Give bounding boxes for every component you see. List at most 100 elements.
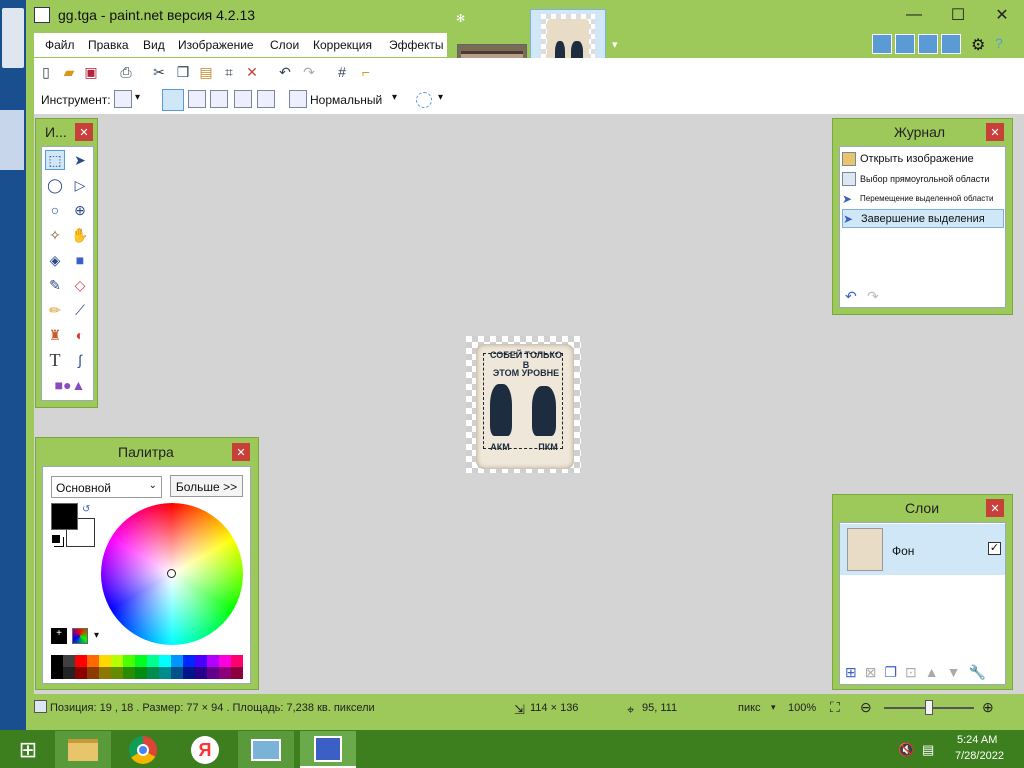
selection-mode-union[interactable] <box>188 90 206 108</box>
menu-edit[interactable]: Правка <box>88 38 129 52</box>
text-tool-icon[interactable]: T <box>45 350 65 370</box>
palette-swatch[interactable] <box>147 667 159 679</box>
zoom-out-icon[interactable]: ⊖ <box>860 699 872 716</box>
taskbar-explorer[interactable] <box>55 731 111 768</box>
palette-swatch[interactable] <box>171 655 183 667</box>
line-curve-tool-icon[interactable]: ∫ <box>70 350 90 370</box>
gradient-tool-icon[interactable]: ■ <box>70 250 90 270</box>
crop-icon[interactable]: ⌗ <box>220 63 238 81</box>
selection-mode-intersect[interactable] <box>234 90 252 108</box>
clock-date[interactable]: 7/28/2022 <box>955 750 1004 762</box>
blend-dropdown-icon[interactable]: ▾ <box>392 92 397 103</box>
zoom-tool-icon[interactable]: ⊕ <box>70 200 90 220</box>
recolor-tool-icon[interactable]: ◐ <box>70 325 90 345</box>
tools-toggle-icon[interactable] <box>872 34 892 54</box>
color-picker-tool-icon[interactable]: ⟋ <box>70 300 90 320</box>
desktop-icon[interactable] <box>0 110 24 170</box>
history-item[interactable]: Выбор прямоугольной области <box>842 169 1004 188</box>
menu-layers[interactable]: Слои <box>270 38 299 52</box>
selection-mode-exclude[interactable] <box>210 90 228 108</box>
selection-mode-invert[interactable] <box>257 90 275 108</box>
menu-adjustments[interactable]: Коррекция <box>313 38 372 52</box>
antialiasing-icon[interactable] <box>416 92 432 108</box>
palette-swatch[interactable] <box>207 667 219 679</box>
add-color-icon[interactable]: + <box>51 628 67 644</box>
palette-swatch[interactable] <box>159 655 171 667</box>
palette-swatch[interactable] <box>111 667 123 679</box>
ellipse-select-tool-icon[interactable]: ○ <box>45 200 65 220</box>
palette-swatch[interactable] <box>123 655 135 667</box>
palette-swatch[interactable] <box>87 655 99 667</box>
current-tool-icon[interactable] <box>114 90 132 108</box>
layer-visibility-checkbox[interactable]: ✓ <box>988 542 1001 555</box>
add-layer-icon[interactable]: ⊞ <box>845 664 857 681</box>
palette-swatch[interactable] <box>159 667 171 679</box>
palette-swatch[interactable] <box>63 655 75 667</box>
maximize-button[interactable]: ☐ <box>936 0 980 29</box>
tabs-dropdown-icon[interactable]: ▾ <box>612 38 618 51</box>
menu-effects[interactable]: Эффекты <box>389 38 444 52</box>
primary-color-swatch[interactable] <box>51 503 78 530</box>
magic-wand-tool-icon[interactable]: ✧ <box>45 225 65 245</box>
minimize-button[interactable]: — <box>892 0 936 29</box>
start-button[interactable]: ⊞ <box>0 731 56 768</box>
desktop-icon[interactable] <box>2 8 24 68</box>
palette-swatch[interactable] <box>219 667 231 679</box>
close-button[interactable]: ✕ <box>980 0 1024 29</box>
redo-icon[interactable]: ↷ <box>300 63 318 81</box>
settings-gear-icon[interactable]: ⚙ <box>971 35 985 55</box>
history-toggle-icon[interactable] <box>895 34 915 54</box>
swap-colors-icon[interactable]: ↺ <box>82 504 90 515</box>
pencil-tool-icon[interactable]: ✏ <box>45 300 65 320</box>
palette-swatch[interactable] <box>99 667 111 679</box>
palette-swatch[interactable] <box>183 667 195 679</box>
deselect-icon[interactable]: ✕ <box>243 63 261 81</box>
palette-swatch[interactable] <box>51 655 63 667</box>
zoom-slider-thumb[interactable] <box>925 700 933 715</box>
layer-properties-icon[interactable]: 🔧 <box>968 664 985 681</box>
palette-swatch[interactable] <box>51 667 63 679</box>
history-undo-icon[interactable]: ↶ <box>845 288 857 305</box>
clone-stamp-tool-icon[interactable]: ♜ <box>45 325 65 345</box>
eraser-tool-icon[interactable]: ◇ <box>70 275 90 295</box>
paintnet-app-icon[interactable] <box>34 7 50 23</box>
copy-icon[interactable]: ❐ <box>174 63 192 81</box>
palette-mode-select[interactable]: Основной ⌄ <box>51 476 162 498</box>
zoom-value[interactable]: 100% <box>788 702 816 714</box>
palette-swatch[interactable] <box>123 667 135 679</box>
clock-time[interactable]: 5:24 AM <box>957 734 997 746</box>
zoom-in-icon[interactable]: ⊕ <box>982 699 994 716</box>
selection-mode-replace[interactable] <box>162 89 184 111</box>
help-icon[interactable]: ? <box>995 35 1003 51</box>
taskbar-yandex[interactable]: Я <box>177 731 233 768</box>
palette-menu-icon[interactable] <box>72 628 88 644</box>
taskbar-chrome[interactable] <box>115 731 171 768</box>
volume-muted-icon[interactable]: 🔇 <box>898 742 914 758</box>
palette-swatch[interactable] <box>195 655 207 667</box>
selection-marquee[interactable] <box>483 353 563 449</box>
print-icon[interactable]: ⎙ <box>117 63 135 81</box>
layers-panel-close-button[interactable]: ✕ <box>986 499 1004 517</box>
rectangle-select-tool-icon[interactable]: ⬚ <box>45 150 65 170</box>
ruler-icon[interactable]: ⌐ <box>357 63 375 81</box>
units-dropdown-icon[interactable]: ▾ <box>771 702 776 713</box>
palette-dropdown-icon[interactable]: ▾ <box>94 630 99 641</box>
zoom-fit-icon[interactable]: ⛶ <box>830 699 840 716</box>
duplicate-layer-icon[interactable]: ❐ <box>884 664 897 681</box>
paintbrush-tool-icon[interactable]: ✎ <box>45 275 65 295</box>
new-icon[interactable]: ▯ <box>37 63 55 81</box>
palette-swatch[interactable] <box>231 667 243 679</box>
palette-swatch[interactable] <box>135 667 147 679</box>
pan-tool-icon[interactable]: ✋ <box>70 225 90 245</box>
palette-swatch[interactable] <box>207 655 219 667</box>
undo-icon[interactable]: ↶ <box>276 63 294 81</box>
history-panel-close-button[interactable]: ✕ <box>986 123 1004 141</box>
move-selected-tool-icon[interactable]: ➤ <box>70 150 90 170</box>
blend-mode-select[interactable]: Нормальный <box>310 93 382 107</box>
menu-view[interactable]: Вид <box>143 38 165 52</box>
open-icon[interactable]: ▰ <box>60 63 78 81</box>
palette-swatch[interactable] <box>195 667 207 679</box>
delete-layer-icon[interactable]: ⊠ <box>865 664 877 681</box>
history-redo-icon[interactable]: ↷ <box>867 288 879 305</box>
palette-swatch[interactable] <box>99 655 111 667</box>
